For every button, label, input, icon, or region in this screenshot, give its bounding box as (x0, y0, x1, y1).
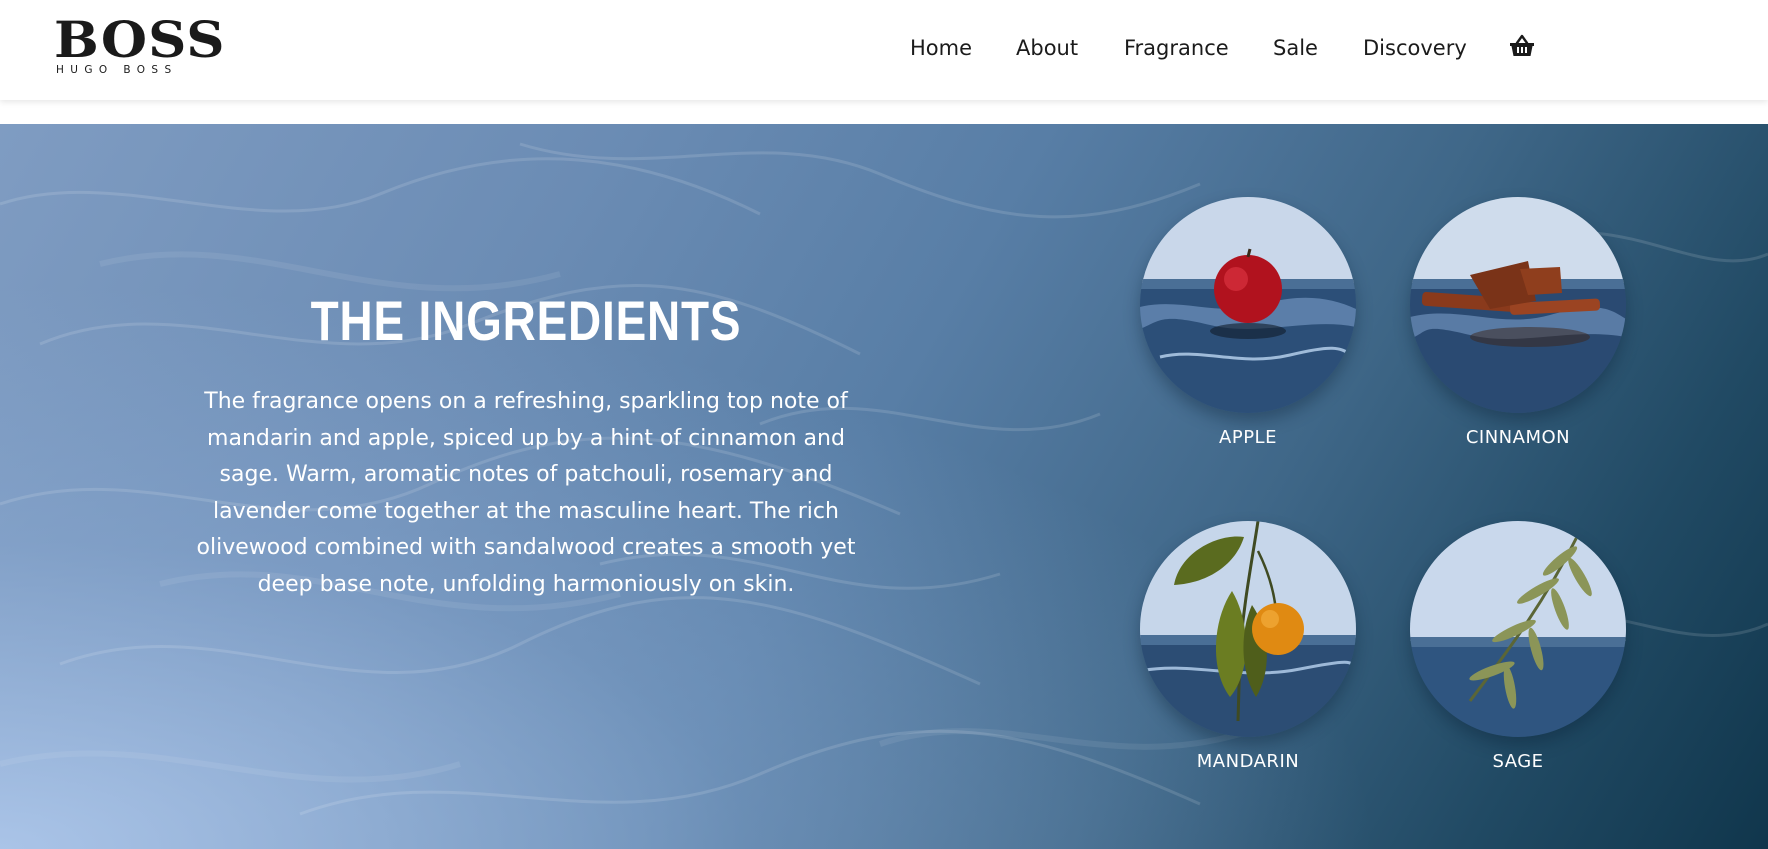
nav-item-discovery[interactable]: Discovery (1363, 30, 1467, 66)
sage-image (1410, 521, 1626, 737)
apple-image (1140, 197, 1356, 413)
nav-item-home[interactable]: Home (910, 30, 972, 66)
ingredient-cinnamon[interactable]: CINNAMON (1410, 197, 1626, 448)
nav-item-sale[interactable]: Sale (1273, 30, 1318, 66)
basket-icon[interactable] (1508, 34, 1536, 58)
section-description: The fragrance opens on a refreshing, spa… (196, 389, 856, 597)
ingredient-label: SAGE (1492, 751, 1544, 772)
ingredient-label: APPLE (1219, 427, 1277, 448)
ingredient-label: CINNAMON (1465, 427, 1571, 448)
ingredient-apple[interactable]: APPLE (1140, 197, 1356, 448)
logo-wordmark: BOSS (54, 10, 226, 69)
ingredient-sage[interactable]: SAGE (1410, 521, 1626, 772)
ingredient-mandarin[interactable]: MANDARIN (1140, 521, 1356, 772)
boss-logo[interactable]: BOSS HUGO BOSS (54, 14, 225, 80)
ingredient-label: MANDARIN (1196, 751, 1300, 772)
ingredients-section: THE INGREDIENTS The fragrance opens on a… (0, 124, 1768, 849)
nav-item-about[interactable]: About (1016, 30, 1078, 66)
cinnamon-image (1410, 197, 1626, 413)
mandarin-image (1140, 521, 1356, 737)
section-title: THE INGREDIENTS (310, 289, 742, 352)
nav-item-fragrance[interactable]: Fragrance (1124, 30, 1229, 66)
site-header: BOSS HUGO BOSS Home About Fragrance Sale… (0, 0, 1768, 100)
